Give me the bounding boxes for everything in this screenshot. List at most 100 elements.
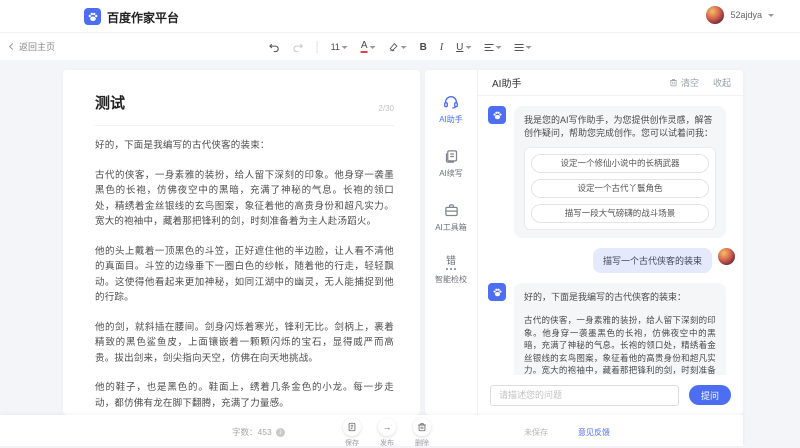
ai-reply-body: 古代的侠客，一身素雅的装扮，给人留下深刻的印象。他身穿一袭墨黑色的长袍，仿佛夜空… — [524, 314, 716, 375]
ai-tool-sidebar: AI助手 AI续写 AI工具箱 错 智能检校 — [425, 70, 478, 415]
sidebar-item-ai-assistant[interactable]: AI助手 — [439, 94, 463, 125]
title-divider — [95, 125, 394, 126]
page-title: 百度作家平台 — [107, 9, 179, 26]
headset-icon — [443, 94, 459, 110]
document-body[interactable]: 好的，下面是我编写的古代侠客的装束： 古代的侠客，一身素雅的装扮，给人留下深刻的… — [95, 138, 394, 415]
publish-label: 发布 — [380, 438, 394, 448]
user-message: 描写一个古代侠客的装束 — [488, 248, 735, 273]
document-paragraph[interactable]: 他的鞋子，也是黑色的。鞋面上，绣着几条金色的小龙。每一步走动，都仿佛有龙在脚下翻… — [95, 380, 394, 411]
document-title-input[interactable]: 测试 — [95, 92, 125, 113]
formatting-toolbar: 11 A B I U — [265, 33, 536, 61]
sidebar-item-label: AI续写 — [439, 168, 463, 179]
list-icon — [514, 44, 523, 51]
sidebar-item-proofread[interactable]: 错 智能检校 — [435, 257, 467, 285]
clear-chat-button[interactable]: 清空 — [669, 76, 699, 89]
chat-message-list: 我是您的AI写作助手，为您提供创作灵感，解答创作疑问，帮助您完成创作。您可以试着… — [478, 96, 743, 375]
proofread-icon: 错 — [446, 257, 456, 270]
chevron-down-icon — [525, 46, 531, 52]
word-count-value: 453 — [258, 427, 272, 437]
trash-icon — [669, 78, 678, 87]
suggestion-weapon[interactable]: 设定一个修仙小说中的长柄武器 — [531, 154, 709, 173]
feedback-link[interactable]: 意见反馈 — [578, 427, 610, 438]
ai-panel: AI助手 AI续写 AI工具箱 错 智能检校 AI助手 — [425, 70, 743, 415]
underline-button[interactable]: U — [452, 40, 475, 55]
chevron-down-icon — [495, 46, 501, 52]
font-color-letter: A — [361, 41, 368, 53]
toolbox-icon — [444, 203, 459, 218]
user-message-text: 描写一个古代侠客的装束 — [593, 248, 712, 273]
publish-arrow-icon: → — [378, 418, 396, 436]
document-icon — [444, 149, 459, 164]
ai-chat-panel: AI助手 清空 收起 — [478, 70, 743, 415]
delete-trash-icon — [413, 418, 431, 436]
font-color-button[interactable]: A — [357, 39, 380, 55]
sidebar-item-label: AI助手 — [439, 114, 463, 125]
bold-letter: B — [420, 42, 427, 53]
user-avatar — [718, 248, 735, 265]
save-label: 保存 — [345, 438, 359, 448]
chevron-left-icon — [9, 43, 16, 50]
font-size-value: 11 — [331, 42, 340, 52]
word-count-label: 字数： — [232, 426, 258, 438]
baidu-paw-logo-icon — [84, 8, 101, 25]
font-size-select[interactable]: 11 — [327, 40, 352, 54]
collapse-panel-button[interactable]: 收起 — [713, 76, 731, 89]
chevron-down-icon — [401, 46, 407, 52]
user-name: 52ajdya — [730, 10, 762, 20]
ai-message: 好的，下面是我编写的古代侠客的装束： 古代的侠客，一身素雅的装扮，给人留下深刻的… — [488, 283, 735, 375]
redo-button[interactable] — [289, 40, 308, 55]
chat-header: AI助手 清空 收起 — [478, 70, 743, 96]
document-paragraph[interactable]: 他的剑，就斜插在腰间。剑身闪烁着寒光，锋利无比。剑柄上，裹着精致的黑色鲨鱼皮，上… — [95, 320, 394, 367]
suggestion-card: 设定一个修仙小说中的长柄武器 设定一个古代丫鬟角色 描写一段大气磅礴的战斗场景 — [524, 147, 716, 230]
suggestion-maid-character[interactable]: 设定一个古代丫鬟角色 — [531, 179, 709, 198]
back-home-link[interactable]: 返回主页 — [10, 40, 55, 53]
ai-intro-text: 我是您的AI写作助手，为您提供创作灵感，解答创作疑问，帮助您完成创作。您可以试着… — [524, 114, 716, 140]
user-menu[interactable]: 52ajdya — [706, 6, 774, 24]
title-char-counter: 2/30 — [378, 104, 394, 113]
footer-actions: 保存 → 发布 删除 — [343, 418, 431, 448]
info-icon: i — [276, 428, 285, 437]
editor-toolbar-bar: 返回主页 11 A B — [0, 32, 800, 60]
app-header: 百度作家平台 52ajdya — [0, 0, 800, 32]
toolbar-divider — [317, 41, 318, 53]
question-input[interactable] — [490, 385, 679, 406]
delete-button[interactable]: 删除 — [413, 418, 431, 448]
save-status: 未保存 — [524, 427, 548, 438]
chat-title: AI助手 — [492, 75, 521, 90]
save-doc-icon — [343, 418, 361, 436]
underline-letter: U — [456, 42, 463, 53]
collapse-label: 收起 — [713, 76, 731, 89]
clear-chat-label: 清空 — [681, 76, 699, 89]
sidebar-item-ai-continue[interactable]: AI续写 — [439, 149, 463, 179]
italic-button[interactable]: I — [436, 40, 447, 55]
ask-button[interactable]: 提问 — [689, 385, 731, 405]
chevron-down-icon — [370, 46, 376, 52]
list-button[interactable] — [510, 41, 535, 54]
chat-input-row: 提问 — [478, 375, 743, 415]
italic-letter: I — [440, 42, 443, 53]
ai-reply-intro: 好的，下面是我编写的古代侠客的装束： — [524, 291, 716, 304]
editor-footer: 字数：453 i 保存 → 发布 删除 未保存 意见反馈 — [0, 415, 743, 446]
chevron-down-icon — [342, 46, 348, 52]
sidebar-item-label: AI工具箱 — [435, 222, 467, 233]
save-button[interactable]: 保存 — [343, 418, 361, 448]
back-home-label: 返回主页 — [19, 40, 55, 53]
ai-avatar-paw-icon — [488, 106, 506, 124]
publish-button[interactable]: → 发布 — [378, 418, 396, 448]
ai-avatar-paw-icon — [488, 283, 506, 301]
delete-label: 删除 — [415, 438, 429, 448]
suggestion-battle-scene[interactable]: 描写一段大气磅礴的战斗场景 — [531, 204, 709, 223]
word-count: 字数：453 i — [232, 426, 285, 438]
chevron-down-icon — [768, 14, 774, 20]
sidebar-item-ai-toolbox[interactable]: AI工具箱 — [435, 203, 467, 233]
align-button[interactable] — [480, 41, 505, 54]
chevron-down-icon — [465, 46, 471, 52]
document-paragraph[interactable]: 他的头上戴着一顶黑色的斗笠，正好遮住他的半边脸，让人看不清他的真面目。斗笠的边缘… — [95, 244, 394, 306]
user-avatar — [706, 6, 724, 24]
document-paragraph[interactable]: 好的，下面是我编写的古代侠客的装束： — [95, 138, 394, 154]
document-editor[interactable]: 测试 2/30 好的，下面是我编写的古代侠客的装束： 古代的侠客，一身素雅的装扮… — [63, 70, 420, 415]
document-paragraph[interactable]: 古代的侠客，一身素雅的装扮，给人留下深刻的印象。他身穿一袭墨黑色的长袍，仿佛夜空… — [95, 168, 394, 230]
bold-button[interactable]: B — [416, 40, 431, 55]
undo-button[interactable] — [265, 40, 284, 55]
highlight-color-button[interactable] — [385, 40, 411, 54]
